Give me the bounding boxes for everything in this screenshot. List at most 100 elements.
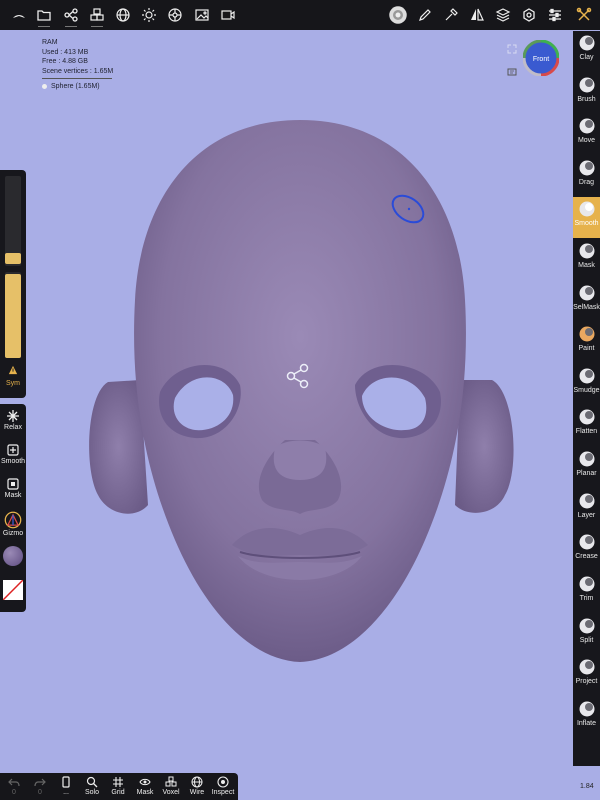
selmask-icon [579, 285, 594, 301]
search-icon [86, 776, 98, 788]
smudge-icon [579, 368, 594, 384]
object-visibility-icon[interactable] [42, 84, 47, 90]
undo-button[interactable]: 0 [2, 776, 26, 800]
trim-icon [579, 576, 594, 592]
wire-label: Wire [189, 789, 205, 796]
sun-icon[interactable] [138, 4, 160, 26]
drag-icon [579, 160, 594, 176]
crease-icon [579, 534, 594, 550]
tool-trim[interactable]: Trim [573, 572, 600, 613]
material-swatch[interactable] [3, 546, 23, 566]
mask-toggle-label: Mask [136, 789, 154, 796]
brush-preview-icon[interactable] [386, 3, 410, 27]
gizmo-button[interactable]: Gizmo [0, 508, 26, 542]
layers-icon[interactable] [492, 4, 514, 26]
symmetry-icon[interactable] [466, 4, 488, 26]
ortho-toggle-icon[interactable] [507, 67, 517, 77]
layer-icon [579, 493, 594, 509]
no-color-icon [3, 580, 23, 600]
tool-label: Brush [577, 96, 596, 103]
move-icon [579, 118, 594, 134]
settings-icon[interactable] [518, 4, 540, 26]
voxel-button[interactable]: Voxel [159, 776, 183, 800]
scene-graph-icon[interactable] [60, 4, 82, 27]
cubes-icon[interactable] [86, 4, 108, 27]
sliders-icon[interactable] [544, 4, 566, 26]
video-icon[interactable] [217, 4, 239, 26]
grid-button[interactable]: Grid [106, 776, 130, 800]
tool-brush[interactable]: Brush [573, 73, 600, 114]
mask-button[interactable]: Mask [0, 474, 26, 508]
tool-flatten[interactable]: Flatten [573, 405, 600, 446]
inspect-label: Inspect [211, 789, 235, 796]
relax-label: Relax [4, 424, 22, 431]
bottom-toolbar: 0 0 ... Solo Grid Mask Voxel Wire Inspec… [0, 773, 238, 800]
fullscreen-icon[interactable] [507, 44, 517, 54]
relax-button[interactable]: Relax [0, 406, 26, 440]
flatten-icon [579, 409, 594, 425]
tool-smooth[interactable]: Smooth [573, 197, 600, 238]
tool-split[interactable]: Split [573, 614, 600, 655]
gizmo-icon [4, 511, 22, 529]
object-entry[interactable]: Sphere (1.65M) [42, 82, 113, 92]
project-icon [579, 659, 594, 675]
tool-clay[interactable]: Clay [573, 31, 600, 72]
tool-label: Smooth [574, 220, 599, 227]
nomad-logo-icon[interactable] [8, 4, 30, 26]
paint-icon [579, 326, 594, 342]
tool-label: Split [579, 637, 594, 644]
voxel-icon [165, 776, 177, 787]
tool-move[interactable]: Move [573, 114, 600, 155]
radius-slider-handle[interactable] [5, 253, 21, 264]
inspect-button[interactable]: Inspect [211, 776, 235, 800]
tool-mask[interactable]: Mask [573, 239, 600, 280]
tool-crease[interactable]: Crease [573, 530, 600, 571]
color-swatch[interactable] [3, 580, 23, 600]
tool-label: Flatten [575, 428, 598, 435]
smooth-label: Smooth [0, 458, 26, 465]
smooth-button[interactable]: Smooth [0, 440, 26, 474]
folder-icon[interactable] [33, 4, 55, 27]
tool-label: Trim [579, 595, 594, 602]
ram-used: Used : 413 MB [42, 48, 89, 56]
undo-icon [8, 778, 20, 787]
tool-project[interactable]: Project [573, 655, 600, 696]
redo-button[interactable]: 0 [28, 776, 52, 800]
symmetry-warning-icon [8, 365, 18, 375]
sculpt-model [89, 120, 514, 662]
tool-selmask[interactable]: SelMask [573, 281, 600, 322]
solo-label: Solo [84, 789, 99, 796]
solo-button[interactable]: Solo [80, 776, 104, 800]
image-icon[interactable] [191, 4, 213, 26]
tool-label: Project [575, 678, 598, 685]
material-icon[interactable] [164, 4, 186, 26]
pencil-icon[interactable] [414, 4, 436, 26]
tools-icon[interactable] [573, 4, 595, 26]
tool-drag[interactable]: Drag [573, 156, 600, 197]
viewport-3d[interactable] [0, 0, 600, 800]
tool-label: Inflate [576, 720, 597, 727]
scene-vertices: Scene vertices : 1.65M [42, 67, 114, 75]
symmetry-toggle[interactable]: Sym [0, 362, 26, 387]
wireframe-icon [191, 776, 203, 788]
mask-label: Mask [4, 492, 22, 499]
clay-icon [579, 35, 594, 51]
dropper-icon[interactable] [440, 4, 462, 26]
grid-label: Grid [111, 789, 125, 796]
tool-paint[interactable]: Paint [573, 322, 600, 363]
voxel-label: Voxel [162, 789, 180, 796]
globe-icon[interactable] [112, 4, 134, 26]
view-gizmo[interactable]: Front [523, 40, 559, 76]
intensity-slider-fill[interactable] [5, 274, 21, 358]
view-label: Front [533, 56, 549, 63]
tool-layer[interactable]: Layer [573, 489, 600, 530]
tool-smudge[interactable]: Smudge [573, 364, 600, 405]
mask-visibility-button[interactable]: Mask [133, 776, 157, 800]
tool-inflate[interactable]: Inflate [573, 697, 600, 738]
more-button[interactable]: ... [54, 776, 78, 800]
tool-planar[interactable]: Planar [573, 447, 600, 488]
wire-button[interactable]: Wire [185, 776, 209, 800]
phone-icon [62, 776, 70, 788]
redo-icon [34, 778, 46, 787]
redo-count: 0 [38, 789, 42, 796]
